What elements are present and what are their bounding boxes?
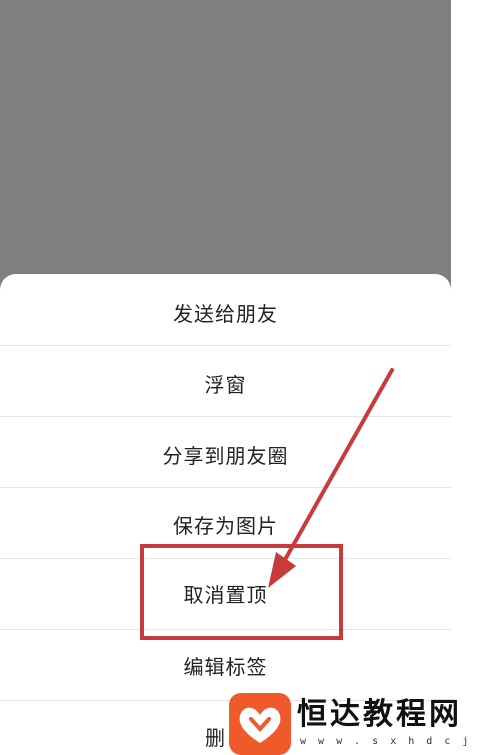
screen: 发送给朋友 浮窗 分享到朋友圈 保存为图片 取消置顶 编辑标签 删 恒达教程网 …	[0, 0, 477, 755]
menu-item-label: 保存为图片	[173, 513, 278, 538]
menu-item-label: 分享到朋友圈	[162, 443, 289, 468]
menu-item-floating-window[interactable]: 浮窗	[0, 348, 451, 418]
action-sheet: 发送给朋友 浮窗 分享到朋友圈 保存为图片 取消置顶 编辑标签 删	[0, 274, 451, 755]
divider	[0, 416, 451, 417]
menu-item-label: 删	[205, 725, 226, 750]
menu-item-label: 发送给朋友	[173, 301, 278, 326]
watermark-url: w w w . s x h d c j . c o m	[300, 736, 477, 747]
side-gap	[451, 0, 477, 755]
annotation-highlight-box	[140, 544, 343, 640]
site-watermark: 恒达教程网 w w w . s x h d c j . c o m	[224, 693, 477, 755]
heart-logo-icon	[229, 693, 291, 755]
menu-item-label: 编辑标签	[183, 654, 268, 679]
menu-item-send-to-friend[interactable]: 发送给朋友	[0, 277, 451, 347]
menu-item-share-to-moments[interactable]: 分享到朋友圈	[0, 419, 451, 489]
divider	[0, 345, 451, 346]
menu-item-edit-tags[interactable]: 编辑标签	[0, 630, 451, 700]
divider	[0, 487, 451, 488]
menu-item-label: 浮窗	[204, 372, 247, 397]
watermark-title: 恒达教程网	[297, 697, 462, 732]
dimmed-backdrop[interactable]	[0, 0, 451, 300]
